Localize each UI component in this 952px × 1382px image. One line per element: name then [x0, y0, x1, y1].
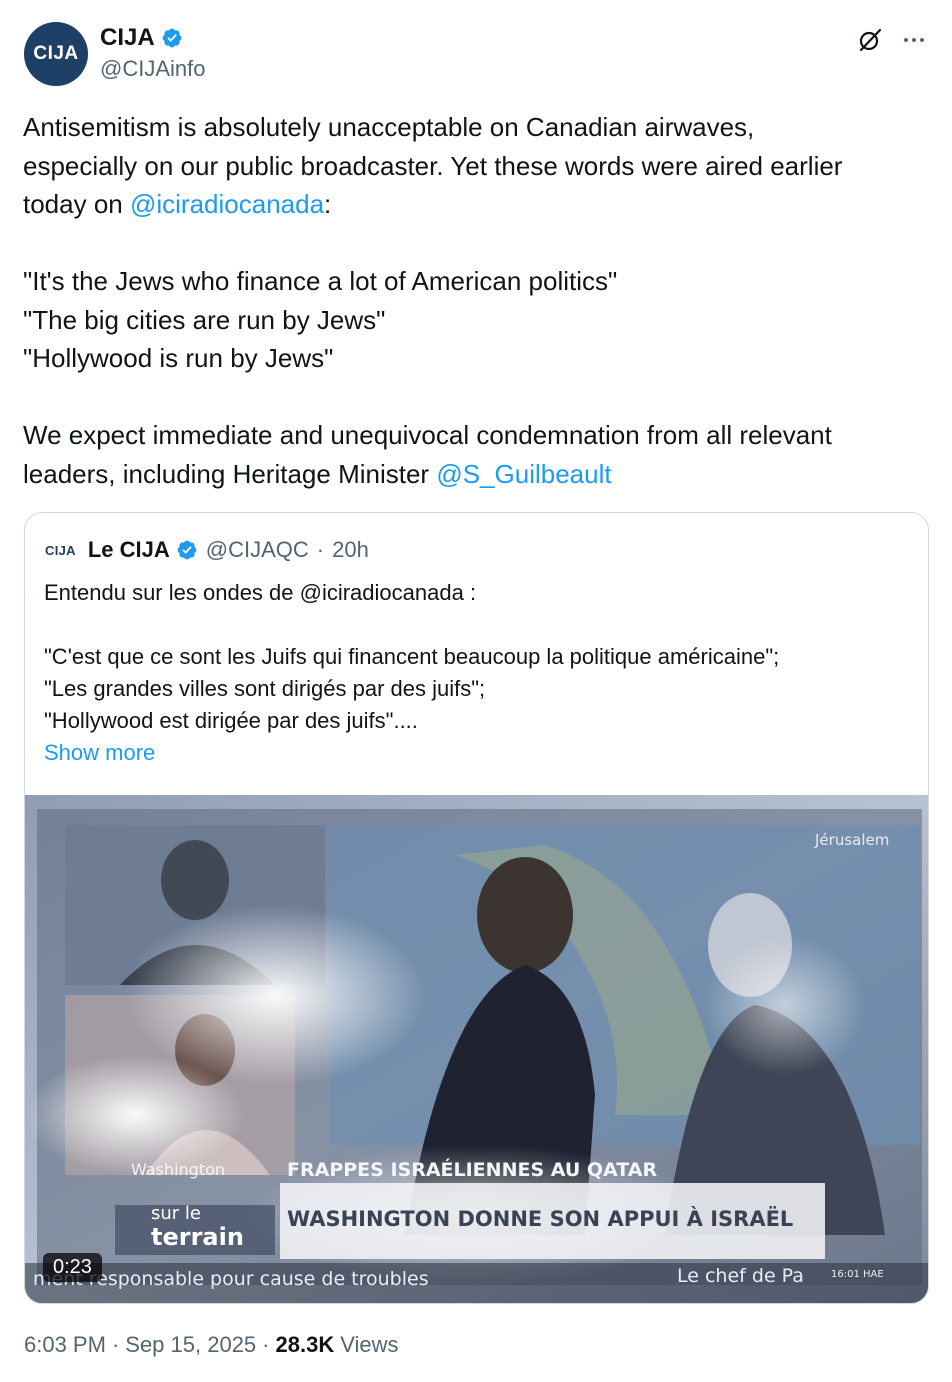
separator-dot: · [111, 1332, 120, 1357]
tweet-quote-line: "It's the Jews who finance a lot of Amer… [23, 266, 618, 296]
more-options-icon[interactable] [900, 26, 928, 54]
quoted-line: "Hollywood est dirigée par des juifs"...… [44, 708, 418, 733]
quoted-avatar[interactable]: CIJA [45, 543, 76, 558]
video-headline-top: FRAPPES ISRAÉLIENNES AU QATAR [287, 1159, 658, 1181]
mention-link[interactable]: @S_Guilbeault [436, 459, 611, 489]
author-name-row: CIJA [100, 24, 183, 52]
tweet-text-segment: leaders, including Heritage Minister [23, 458, 437, 489]
quoted-time[interactable]: 20h [332, 537, 369, 563]
tweet-line: We expect immediate and unequivocal cond… [23, 420, 832, 450]
quoted-line: "Les grandes villes sont dirigés par des… [44, 676, 486, 701]
quoted-tweet-header: CIJA Le CIJA @CIJAQC · 20h [45, 537, 369, 563]
tweet-line: especially on our public broadcaster. Ye… [23, 150, 843, 181]
author-avatar[interactable]: CIJA [24, 22, 88, 86]
video-headline-main: WASHINGTON DONNE SON APPUI À ISRAËL [287, 1207, 794, 1231]
video-terrain-label: terrain [151, 1223, 244, 1251]
quoted-display-name[interactable]: Le CIJA [88, 537, 170, 563]
views-label: Views [340, 1332, 399, 1357]
tweet-date[interactable]: Sep 15, 2025 [125, 1332, 256, 1358]
tweet-text-segment: : [324, 189, 332, 219]
author-display-name[interactable]: CIJA [100, 24, 155, 52]
tweet-line: today on @iciradiocanada: [23, 185, 923, 224]
tweet-text-segment: today on [23, 189, 130, 219]
quoted-tweet-card[interactable]: CIJA Le CIJA @CIJAQC · 20h Entendu sur l… [24, 512, 929, 1304]
tweet-meta: 6:03 PM · Sep 15, 2025 · 28.3K Views [24, 1332, 399, 1358]
separator-dot: · [262, 1332, 270, 1357]
video-duration: 0:23 [43, 1253, 102, 1282]
tweet-quote-line: "Hollywood is run by Jews" [23, 343, 334, 373]
video-location-label: Jérusalem [815, 831, 890, 849]
separator-dot: · [316, 537, 325, 562]
quoted-tweet-text: Entendu sur les ondes de @iciradiocanada… [44, 577, 904, 769]
video-player[interactable]: Jérusalem Washington sur le terrain FRAP… [25, 795, 928, 1303]
quoted-line: "C'est que ce sont les Juifs qui finance… [44, 644, 780, 669]
quoted-line: Entendu sur les ondes de @iciradiocanada… [44, 580, 477, 605]
verified-badge-icon [177, 540, 197, 560]
grok-icon[interactable] [856, 26, 884, 54]
video-ticker-right: Le chef de Pa [677, 1265, 804, 1287]
video-clock: 16:01 HAE [831, 1269, 884, 1280]
verified-badge-icon [162, 28, 182, 48]
video-washington-label: Washington [131, 1160, 226, 1179]
tweet-time[interactable]: 6:03 PM [24, 1332, 106, 1358]
tweet-line: leaders, including Heritage Minister @S_… [23, 455, 923, 494]
views-count[interactable]: 28.3K [276, 1332, 335, 1358]
tweet-quote-line: "The big cities are run by Jews" [23, 304, 386, 335]
mention-link[interactable]: @iciradiocanada [130, 189, 324, 219]
tweet-text: Antisemitism is absolutely unacceptable … [23, 108, 923, 493]
quoted-handle[interactable]: @CIJAQC [206, 537, 309, 563]
avatar-logo-text: CIJA [33, 43, 79, 64]
video-sur-le-label: sur le [151, 1203, 201, 1224]
tweet-line: Antisemitism is absolutely unacceptable … [23, 112, 755, 142]
author-handle[interactable]: @CIJAinfo [100, 56, 205, 82]
show-more-link[interactable]: Show more [44, 737, 904, 769]
